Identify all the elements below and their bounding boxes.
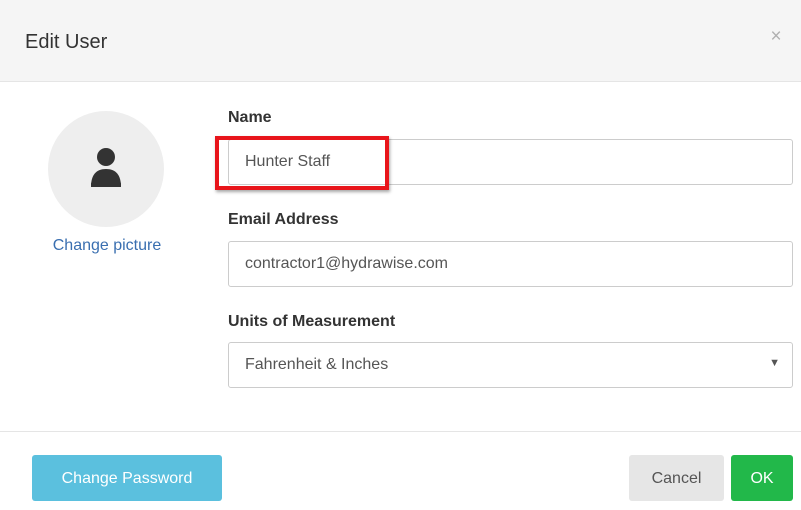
change-picture-link[interactable]: Change picture [32, 237, 182, 255]
cancel-button[interactable]: Cancel [629, 455, 724, 501]
email-input[interactable] [228, 241, 793, 287]
chevron-down-icon: ▼ [769, 357, 780, 369]
ok-button[interactable]: OK [731, 455, 793, 501]
avatar [48, 111, 164, 227]
user-icon [91, 148, 121, 187]
avatar-circle [48, 111, 164, 227]
units-select[interactable]: Fahrenheit & Inches ▼ [228, 342, 793, 388]
change-password-button[interactable]: Change Password [32, 455, 222, 501]
dialog-footer: Change Password Cancel OK [0, 431, 801, 510]
dialog-title: Edit User [25, 31, 108, 53]
name-input[interactable] [228, 139, 793, 185]
name-label: Name [228, 109, 272, 126]
dialog-header: Edit User × [0, 0, 801, 82]
units-label: Units of Measurement [228, 313, 396, 330]
close-icon: × [770, 26, 782, 47]
close-button[interactable]: × [765, 26, 787, 48]
edit-user-dialog: Edit User × Change picture Name Email Ad… [0, 0, 801, 510]
units-selected-value: Fahrenheit & Inches [245, 356, 389, 373]
email-label: Email Address [228, 211, 339, 228]
